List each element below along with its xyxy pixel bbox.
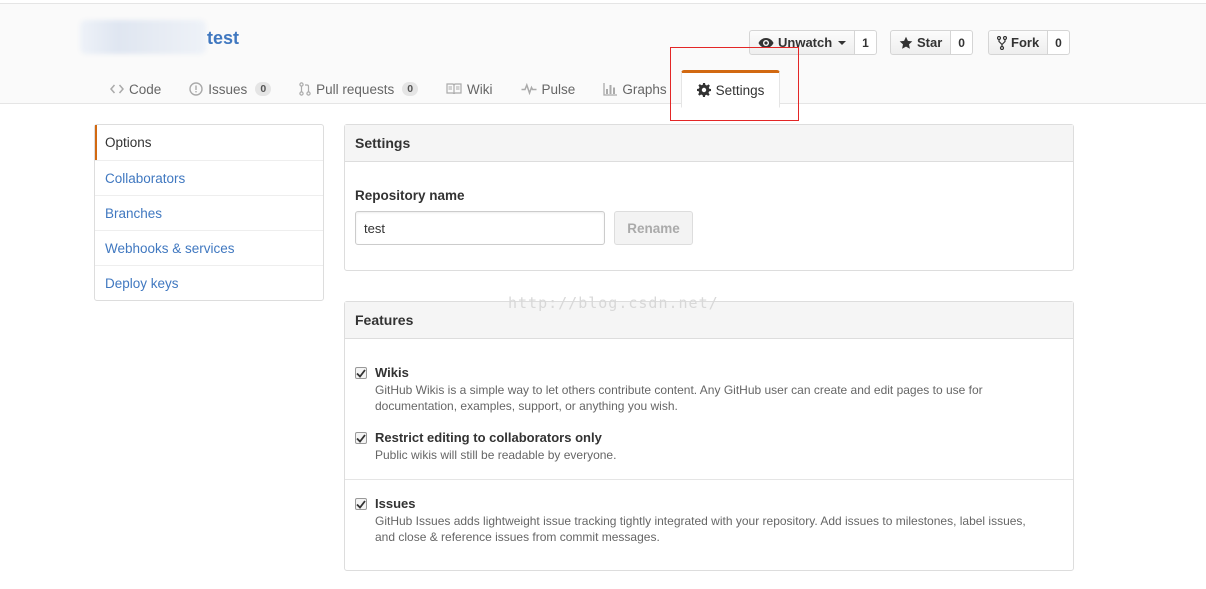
wikis-desc-line: documentation, examples, support, or any… — [375, 399, 678, 413]
star-label: Star — [917, 35, 943, 50]
fork-label: Fork — [1011, 35, 1040, 50]
issues-checkbox[interactable] — [355, 498, 367, 510]
fork-button[interactable]: Fork — [988, 30, 1049, 55]
restrict-editing-title: Restrict editing to collaborators only — [375, 430, 602, 445]
tab-label: Code — [129, 81, 162, 97]
settings-box: Settings Repository name Rename — [344, 124, 1074, 271]
checkmark-icon — [356, 368, 366, 378]
issue-icon — [189, 82, 203, 96]
code-icon — [110, 84, 124, 94]
tab-issues[interactable]: Issues 0 — [175, 69, 285, 109]
fork-count[interactable]: 0 — [1048, 30, 1070, 55]
tab-pulse[interactable]: Pulse — [507, 69, 590, 109]
feature-issues: Issues GitHub Issues adds lightweight is… — [355, 496, 1055, 545]
tab-graphs[interactable]: Graphs — [589, 69, 680, 109]
settings-menu: Options Collaborators Branches Webhooks … — [94, 124, 324, 301]
watermark: http://blog.csdn.net/ — [508, 294, 719, 312]
restrict-editing-description: Public wikis will still be readable by e… — [375, 448, 617, 462]
tab-code[interactable]: Code — [96, 69, 175, 109]
menu-item-branches[interactable]: Branches — [95, 195, 323, 230]
pull-request-icon — [299, 82, 311, 96]
menu-item-webhooks[interactable]: Webhooks & services — [95, 230, 323, 265]
menu-item-options[interactable]: Options — [95, 125, 323, 160]
repo-name-link[interactable]: test — [207, 28, 239, 49]
tab-label: Issues — [208, 81, 248, 97]
watch-count[interactable]: 1 — [855, 30, 877, 55]
blurred-owner-name — [80, 20, 206, 54]
tab-pull-requests[interactable]: Pull requests 0 — [285, 69, 432, 109]
tab-label: Wiki — [467, 81, 493, 97]
star-button[interactable]: Star — [890, 30, 952, 55]
menu-item-collaborators[interactable]: Collaborators — [95, 160, 323, 195]
graph-icon — [603, 82, 618, 96]
features-divider — [345, 479, 1073, 480]
feature-restrict-editing: Restrict editing to collaborators only P… — [355, 430, 1055, 463]
feature-wikis: Wikis GitHub Wikis is a simple way to le… — [355, 365, 1055, 414]
star-icon — [899, 36, 913, 50]
star-count[interactable]: 0 — [951, 30, 973, 55]
wikis-checkbox[interactable] — [355, 367, 367, 379]
wikis-desc-line: GitHub Wikis is a simple way to let othe… — [375, 383, 983, 397]
issues-description: GitHub Issues adds lightweight issue tra… — [375, 513, 1055, 545]
book-icon — [446, 83, 462, 95]
pulse-icon — [521, 83, 537, 95]
restrict-editing-checkbox[interactable] — [355, 432, 367, 444]
fork-icon — [997, 35, 1007, 50]
menu-item-deploy-keys[interactable]: Deploy keys — [95, 265, 323, 300]
checkmark-icon — [356, 433, 366, 443]
repository-name-label: Repository name — [355, 188, 465, 203]
issues-desc-line: and close & reference issues from commit… — [375, 530, 660, 544]
tab-label: Graphs — [622, 81, 667, 97]
tab-label: Pull requests — [316, 81, 395, 97]
annotation-highlight-box — [670, 47, 799, 121]
pulls-count-badge: 0 — [402, 82, 419, 96]
caret-down-icon — [838, 40, 847, 45]
repository-name-input[interactable] — [355, 211, 605, 245]
fork-group: Fork 0 — [988, 30, 1070, 55]
star-group: Star 0 — [890, 30, 973, 55]
issues-title: Issues — [375, 496, 416, 511]
issues-desc-line: GitHub Issues adds lightweight issue tra… — [375, 514, 1026, 528]
checkmark-icon — [356, 499, 366, 509]
issues-count-badge: 0 — [255, 82, 272, 96]
wikis-title: Wikis — [375, 365, 409, 380]
wikis-description: GitHub Wikis is a simple way to let othe… — [375, 382, 1055, 414]
rename-button[interactable]: Rename — [614, 211, 693, 245]
tab-wiki[interactable]: Wiki — [432, 69, 507, 109]
tab-label: Pulse — [541, 81, 576, 97]
repo-header: test Unwatch 1 Star 0 Fork 0 Code Issues… — [0, 4, 1206, 108]
features-box: Features Wikis GitHub Wikis is a simple … — [344, 301, 1074, 571]
settings-header: Settings — [345, 125, 1073, 162]
